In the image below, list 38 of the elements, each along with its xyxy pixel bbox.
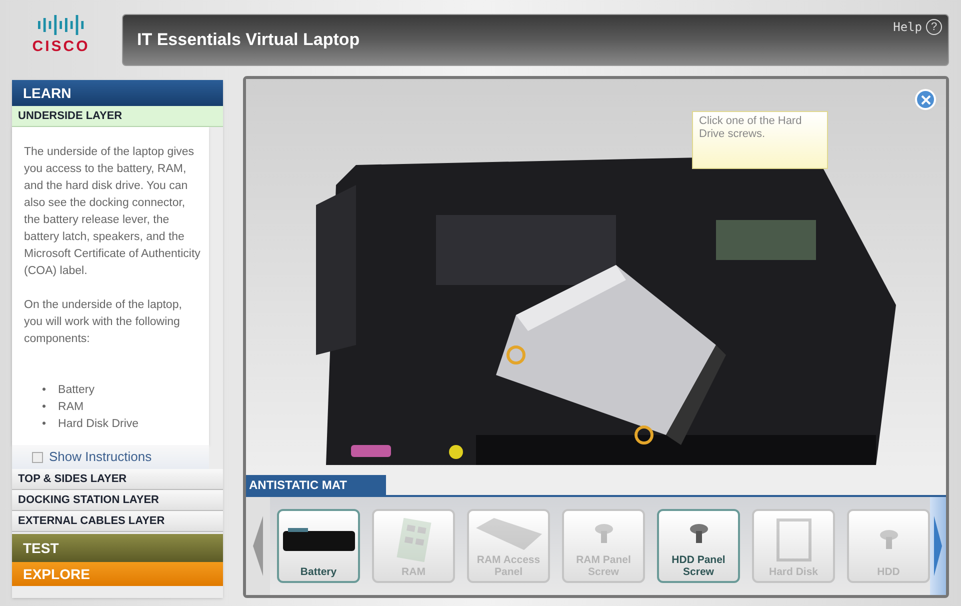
close-icon (920, 94, 930, 104)
close-button[interactable] (915, 89, 936, 110)
help-button[interactable]: Help ? (893, 18, 942, 36)
show-instructions-checkbox[interactable]: Show Instructions (12, 445, 209, 469)
right-arrow-icon (934, 516, 942, 576)
left-arrow-icon (253, 516, 263, 576)
logo-wordmark: CISCO (32, 37, 90, 57)
bullet: • (42, 383, 46, 398)
bullet: • (42, 400, 46, 415)
description-text: The underside of the laptop gives you access to the battery, RAM, and the hard disk drive. You can also see the docking connector, the battery release lever, the battery latch, speakers, and the Microsoft Certificate of Authenticity (COA) label. (24, 145, 202, 279)
test-tab[interactable]: TEST (12, 534, 223, 562)
component-card[interactable]: HDD Panel Screw (657, 509, 740, 583)
component-list-item: RAM (58, 400, 84, 415)
cover-plate-icon (474, 516, 544, 552)
layer-tab[interactable]: DOCKING STATION LAYER (12, 490, 223, 511)
help-icon: ? (926, 19, 942, 35)
description-text: On the underside of the laptop, you will work with the following components: (24, 298, 183, 347)
layer-tab[interactable]: TOP & SIDES LAYER (12, 469, 223, 490)
drive-icon (774, 518, 814, 562)
learn-header: LEARN (12, 80, 223, 106)
screw-icon (594, 523, 614, 545)
layer-tab[interactable]: EXTERNAL CABLES LAYER (12, 511, 223, 532)
app-title: IT Essentials Virtual Laptop (137, 29, 360, 52)
bullet: • (42, 417, 46, 432)
scroll-right-button[interactable] (930, 497, 946, 595)
screw-icon (878, 529, 898, 551)
component-card[interactable]: Battery (277, 509, 360, 583)
scroll-left-button[interactable] (246, 497, 270, 595)
checkbox[interactable] (32, 452, 43, 462)
logo-bars-icon (36, 14, 86, 36)
memory-module-icon (394, 518, 434, 562)
hint-tooltip: Click one of the Hard Drive screws. (692, 111, 828, 169)
mat-header: ANTISTATIC MAT (246, 475, 386, 495)
battery-icon (282, 527, 356, 553)
screw-icon (688, 523, 708, 545)
layer-tab[interactable]: UNDERSIDE LAYER (12, 106, 223, 127)
component-list-item: Hard Disk Drive (58, 417, 139, 432)
component-list-item: Battery (58, 383, 94, 398)
